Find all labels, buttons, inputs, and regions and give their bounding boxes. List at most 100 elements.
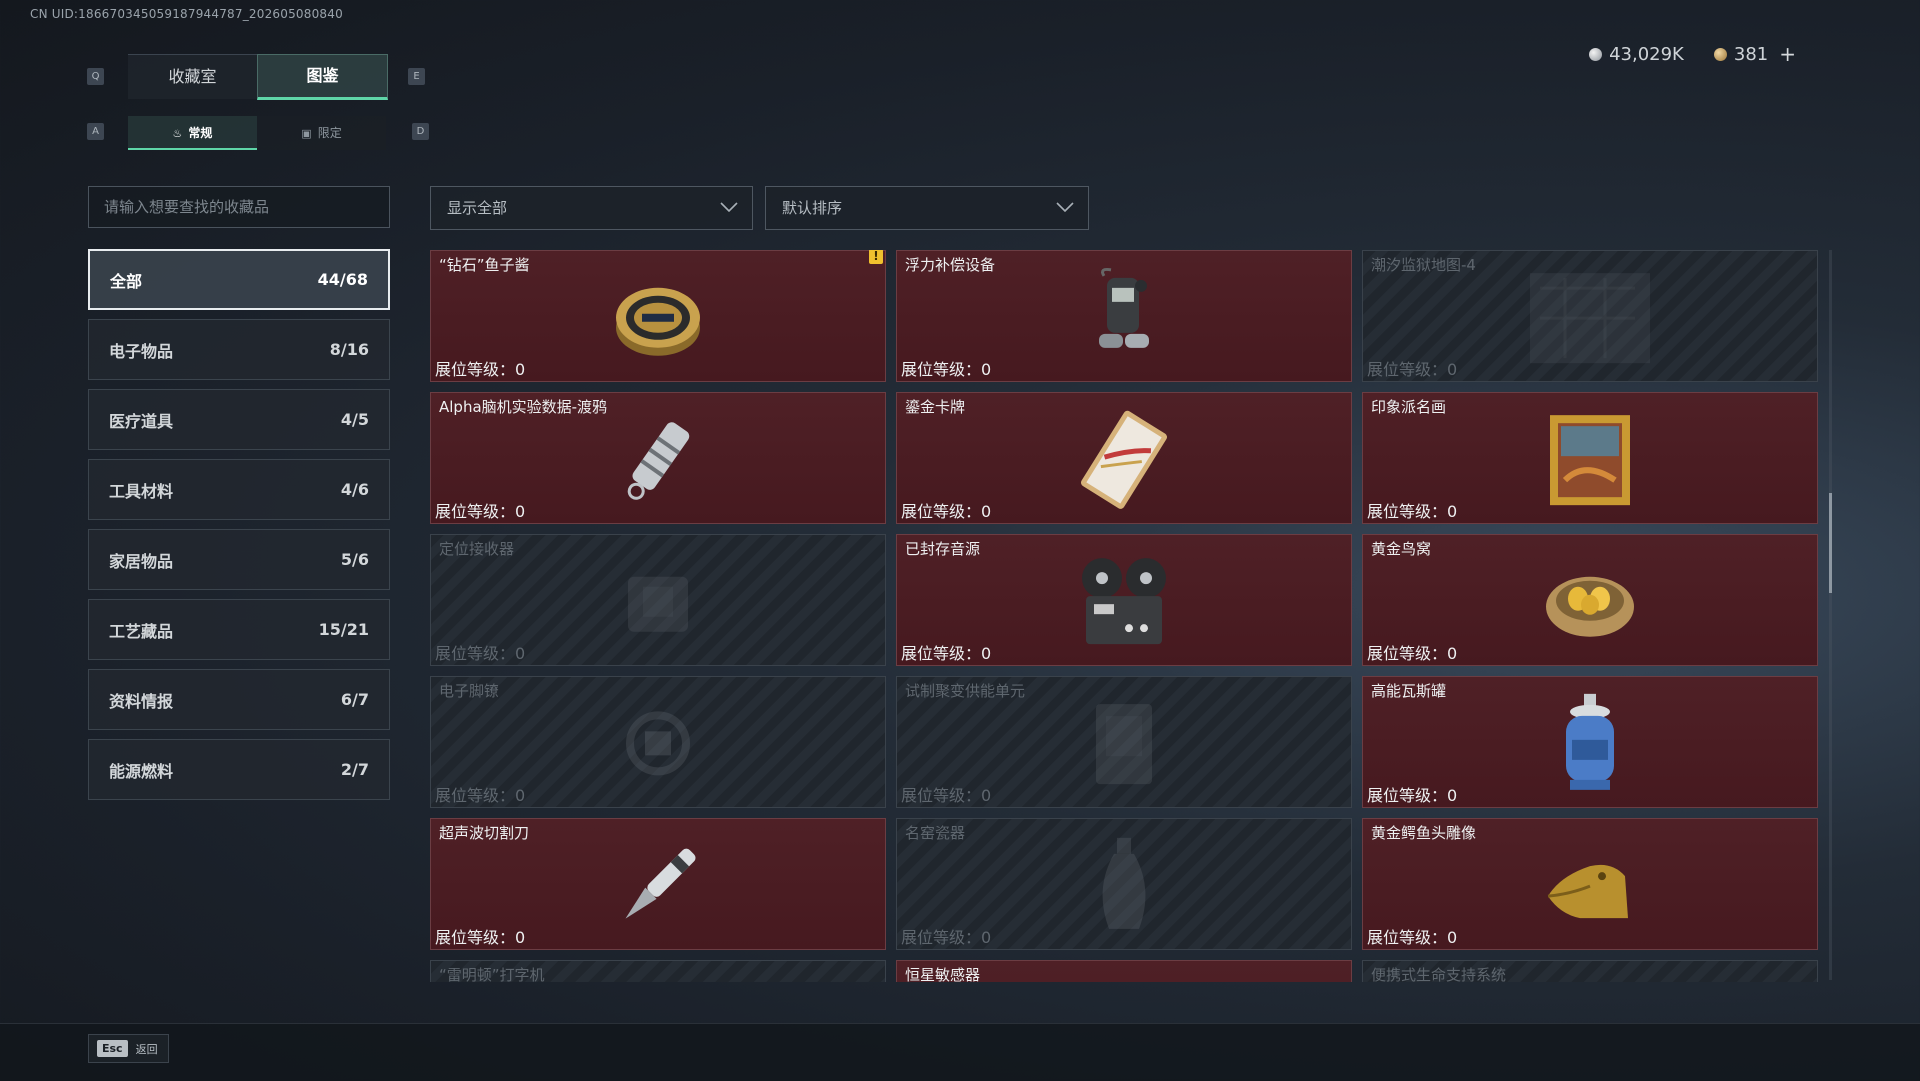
booth-level-value: 0 bbox=[981, 644, 992, 663]
booth-level: 展位等级：0 bbox=[901, 924, 991, 948]
item-name: 黄金鸟窝 bbox=[1371, 540, 1432, 558]
category-item[interactable]: 家居物品 5/6 bbox=[88, 529, 390, 590]
booth-level: 展位等级：0 bbox=[1367, 924, 1457, 948]
collection-item-card[interactable]: Alpha脑机实验数据-渡鸦 展位等级：0 bbox=[430, 392, 886, 524]
category-count: 4/6 bbox=[340, 480, 369, 499]
collection-item-card[interactable]: 超声波切割刀 展位等级：0 bbox=[430, 818, 886, 950]
item-name: 试制聚变供能单元 bbox=[905, 682, 1026, 700]
item-name: 定位接收器 bbox=[439, 540, 515, 558]
item-name: 恒星敏感器 bbox=[905, 966, 981, 982]
category-count: 8/16 bbox=[329, 340, 369, 359]
category-count: 15/21 bbox=[318, 620, 369, 639]
booth-level-label: 展位等级： bbox=[901, 928, 982, 947]
booth-level-label: 展位等级： bbox=[1367, 928, 1448, 947]
tab-regular[interactable]: ♨ 常规 bbox=[128, 116, 257, 150]
booth-level-value: 0 bbox=[515, 786, 526, 805]
silver-amount: 43,029K bbox=[1609, 43, 1684, 65]
collection-item-card[interactable]: “雷明顿”打字机 bbox=[430, 960, 886, 982]
gas-canister-icon bbox=[1550, 692, 1630, 801]
collection-item-card[interactable]: 鎏金卡牌展位等级：0 bbox=[896, 392, 1352, 524]
category-item[interactable]: 能源燃料 2/7 bbox=[88, 739, 390, 800]
scrollbar-thumb[interactable] bbox=[1829, 493, 1832, 593]
category-label: 医疗道具 bbox=[109, 411, 174, 431]
collection-item-card[interactable]: 黄金鳄鱼头雕像展位等级：0 bbox=[1362, 818, 1818, 950]
key-hint-a: A bbox=[87, 123, 104, 140]
category-item[interactable]: 全部 44/68 bbox=[88, 249, 390, 310]
item-name: 已封存音源 bbox=[905, 540, 981, 558]
collection-item-card[interactable]: 高能瓦斯罐展位等级：0 bbox=[1362, 676, 1818, 808]
collection-item-card[interactable]: 电子脚镣 展位等级：0 bbox=[430, 676, 886, 808]
booth-level-value: 0 bbox=[981, 786, 992, 805]
collection-item-card[interactable]: 便携式生命支持系统 bbox=[1362, 960, 1818, 982]
sort-dropdown[interactable]: 默认排序 bbox=[765, 186, 1089, 230]
booth-level-label: 展位等级： bbox=[1367, 644, 1448, 663]
booth-level-value: 0 bbox=[515, 644, 526, 663]
booth-level: 展位等级：0 bbox=[901, 498, 991, 522]
collection-item-card[interactable]: 试制聚变供能单元展位等级：0 bbox=[896, 676, 1352, 808]
booth-level-value: 0 bbox=[1447, 360, 1458, 379]
key-hint-d: D bbox=[412, 123, 429, 140]
category-item[interactable]: 工艺藏品 15/21 bbox=[88, 599, 390, 660]
tab-collection-room[interactable]: 收藏室 bbox=[128, 54, 257, 99]
category-label: 工艺藏品 bbox=[109, 621, 174, 641]
category-label: 工具材料 bbox=[109, 481, 174, 501]
silver-currency: 43,029K bbox=[1589, 44, 1684, 65]
collection-item-card[interactable]: 浮力补偿设备展位等级：0 bbox=[896, 250, 1352, 382]
player-uid: CN UID:18667034505918794478​7_2026050808… bbox=[30, 7, 343, 21]
item-name: “雷明顿”打字机 bbox=[439, 966, 545, 982]
add-currency-button[interactable]: + bbox=[1779, 42, 1796, 66]
category-item[interactable]: 医疗道具 4/5 bbox=[88, 389, 390, 450]
search-input[interactable]: 请输入想要查找的收藏品 bbox=[88, 186, 390, 228]
booth-level: 展位等级：0 bbox=[901, 782, 991, 806]
category-item[interactable]: 工具材料 4/6 bbox=[88, 459, 390, 520]
item-name: 黄金鳄鱼头雕像 bbox=[1371, 824, 1477, 842]
booth-level-label: 展位等级： bbox=[435, 502, 516, 521]
collection-item-card[interactable]: 名窑瓷器展位等级：0 bbox=[896, 818, 1352, 950]
silver-coin-icon bbox=[1589, 47, 1603, 61]
tab-atlas[interactable]: 图鉴 bbox=[257, 54, 388, 100]
key-hint-e: E bbox=[408, 68, 425, 85]
booth-level-label: 展位等级： bbox=[435, 360, 516, 379]
image-icon: ▣ bbox=[301, 127, 312, 140]
back-label: 返回 bbox=[135, 1042, 158, 1056]
category-item[interactable]: 资料情报 6/7 bbox=[88, 669, 390, 730]
collection-item-card[interactable]: 已封存音源 展位等级：0 bbox=[896, 534, 1352, 666]
category-item[interactable]: 电子物品 8/16 bbox=[88, 319, 390, 380]
booth-level-label: 展位等级： bbox=[1367, 360, 1448, 379]
collection-item-card[interactable]: 定位接收器展位等级：0 bbox=[430, 534, 886, 666]
booth-level-value: 0 bbox=[515, 928, 526, 947]
collection-item-card[interactable]: 黄金鸟窝 展位等级：0 bbox=[1362, 534, 1818, 666]
item-name: “钻石”鱼子酱 bbox=[439, 256, 530, 274]
category-count: 6/7 bbox=[340, 690, 369, 709]
collection-item-card[interactable]: 潮汐监狱地图-4 展位等级：0 bbox=[1362, 250, 1818, 382]
bottom-bar bbox=[0, 1023, 1920, 1081]
item-name: 名窑瓷器 bbox=[905, 824, 966, 842]
category-label: 家居物品 bbox=[109, 551, 174, 571]
receiver-icon bbox=[613, 557, 703, 651]
collection-item-card[interactable]: “钻石”鱼子酱 展位等级：0! bbox=[430, 250, 886, 382]
booth-level: 展位等级：0 bbox=[435, 782, 525, 806]
grid-scrollbar[interactable] bbox=[1829, 250, 1832, 980]
show-filter-dropdown[interactable]: 显示全部 bbox=[430, 186, 753, 230]
booth-level-value: 0 bbox=[1447, 786, 1458, 805]
category-count: 4/5 bbox=[340, 410, 369, 429]
collection-item-card[interactable]: 印象派名画 展位等级：0 bbox=[1362, 392, 1818, 524]
gold-crocodile-icon bbox=[1540, 836, 1640, 940]
collection-item-card[interactable]: 恒星敏感器 bbox=[896, 960, 1352, 982]
tab-regular-label: 常规 bbox=[188, 126, 213, 140]
ankle-monitor-icon bbox=[613, 703, 703, 787]
back-button[interactable]: Esc 返回 bbox=[88, 1034, 169, 1063]
item-name: 鎏金卡牌 bbox=[905, 398, 966, 416]
booth-level-label: 展位等级： bbox=[901, 502, 982, 521]
flame-icon: ♨ bbox=[172, 127, 183, 140]
booth-level: 展位等级：0 bbox=[435, 640, 525, 664]
booth-level: 展位等级：0 bbox=[901, 356, 991, 380]
gold-coin-icon bbox=[1713, 47, 1727, 61]
item-name: 浮力补偿设备 bbox=[905, 256, 996, 274]
chevron-down-icon bbox=[720, 202, 738, 212]
booth-level-label: 展位等级： bbox=[901, 360, 982, 379]
booth-level-value: 0 bbox=[515, 360, 526, 379]
booth-level: 展位等级：0 bbox=[1367, 782, 1457, 806]
item-name: 高能瓦斯罐 bbox=[1371, 682, 1447, 700]
tab-limited[interactable]: ▣ 限定 bbox=[257, 116, 386, 150]
